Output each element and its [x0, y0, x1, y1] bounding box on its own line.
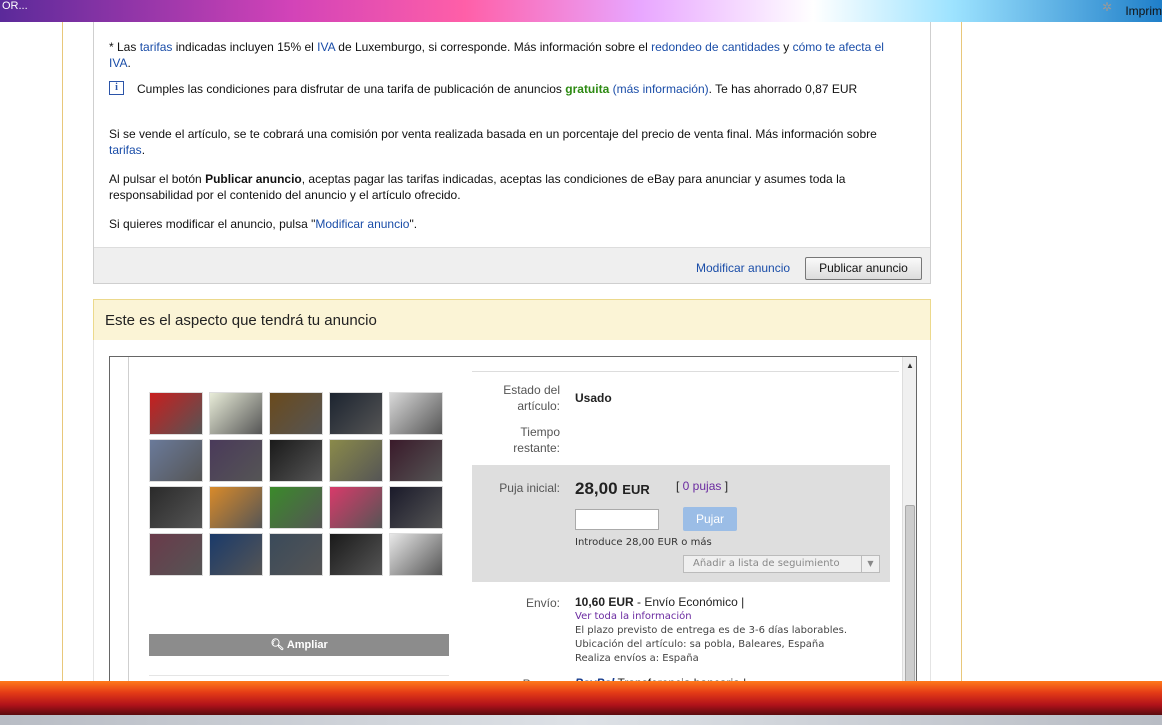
watchlist-button[interactable]: Añadir a lista de seguimiento ▼ — [683, 555, 880, 573]
redondeo-link[interactable]: redondeo de cantidades — [651, 40, 780, 54]
publicar-anuncio-button[interactable]: Publicar anuncio — [805, 257, 922, 280]
fees-paragraph: * Las tarifas indicadas incluyen 15% el … — [109, 39, 909, 71]
publicar-bold: Publicar anuncio — [205, 172, 302, 186]
preview-title: Este es el aspecto que tendrá tu anuncio — [105, 312, 377, 329]
text: . Te has ahorrado 0,87 EUR — [708, 82, 858, 96]
preview-scrollbar[interactable]: ▲ — [902, 357, 916, 685]
estado-label: Estado del artículo: — [503, 383, 560, 413]
divider — [149, 675, 449, 676]
item-details: Estado del artículo: Usado Tiempo restan… — [472, 357, 899, 685]
tiempo-label: Tiempo restante: — [513, 425, 560, 455]
thumbnail-image[interactable] — [329, 486, 383, 529]
commission-paragraph: Si se vende el artículo, se te cobrará u… — [109, 126, 909, 158]
envio-label: Envío: — [525, 596, 560, 610]
info-icon: i — [109, 81, 124, 95]
text: . — [127, 56, 131, 70]
dropdown-arrow-icon[interactable]: ▼ — [861, 556, 879, 572]
gratuita-label: gratuita — [565, 82, 610, 96]
text: Al pulsar el botón — [109, 172, 206, 186]
text: ". — [409, 217, 418, 231]
text: Cumples las condiciones para disfrutar d… — [137, 82, 566, 96]
text: . — [141, 143, 146, 157]
image-gallery — [149, 357, 449, 635]
delivery-estimate: El plazo previsto de entrega es de 3-6 d… — [575, 625, 848, 636]
listing-preview-frame: 🔍︎ Ampliar Estado del artículo: Usado Ti… — [109, 356, 917, 686]
thumbnail-image[interactable] — [389, 486, 443, 529]
thumbnail-image[interactable] — [269, 533, 323, 576]
ver-informacion-link[interactable]: Ver toda la información — [575, 610, 692, 624]
thumbnail-image[interactable] — [209, 486, 263, 529]
thumbnail-image[interactable] — [329, 439, 383, 482]
modify-paragraph: Si quieres modificar el anuncio, pulsa "… — [109, 216, 909, 232]
divider — [472, 371, 899, 372]
taskbar-strip — [0, 715, 1162, 725]
text: de Luxemburgo, si corresponde. Más infor… — [334, 40, 652, 54]
thumbnail-image[interactable] — [329, 392, 383, 435]
text: Si quieres modificar el anuncio, pulsa " — [109, 217, 316, 231]
terms-paragraph: Al pulsar el botón Publicar anuncio, ace… — [109, 171, 909, 203]
scrollbar-thumb[interactable] — [905, 505, 915, 685]
ampliar-label: Ampliar — [286, 639, 328, 651]
thumbnail-image[interactable] — [209, 533, 263, 576]
thumbnail-image[interactable] — [269, 392, 323, 435]
thumbnail-image[interactable] — [209, 392, 263, 435]
notice-text: Cumples las condiciones para disfrutar d… — [137, 81, 897, 97]
shipping-info: 10,60 EUR - Envío Económico | — [575, 595, 744, 609]
thumbnail-image[interactable] — [149, 533, 203, 576]
pujas-link[interactable]: 0 pujas — [683, 479, 722, 493]
loading-spinner-icon: ✲ — [1101, 0, 1112, 14]
fees-info-panel: * Las tarifas indicadas incluyen 15% el … — [93, 22, 931, 284]
ships-to: Realiza envíos a: España — [575, 653, 699, 664]
text: y — [779, 40, 793, 54]
price-currency: EUR — [622, 482, 650, 497]
thumbnail-image[interactable] — [149, 392, 203, 435]
thumbnail-image[interactable] — [329, 533, 383, 576]
window-title-fragment: OR... — [2, 0, 28, 12]
tarifas-link[interactable]: tarifas — [140, 40, 173, 54]
iva-link[interactable]: IVA — [317, 40, 335, 54]
bids-count: [ 0 pujas ] — [676, 479, 728, 493]
text: * Las — [109, 40, 140, 54]
min-bid-hint: Introduce 28,00 EUR o más — [575, 537, 712, 548]
thumbnail-image[interactable] — [209, 439, 263, 482]
pujar-button[interactable]: Pujar — [683, 507, 737, 531]
thumbnail-image[interactable] — [389, 439, 443, 482]
ampliar-button[interactable]: 🔍︎ Ampliar — [149, 634, 449, 656]
tarifas-link-2[interactable]: tarifas — [109, 143, 142, 157]
divider — [128, 357, 129, 685]
shipping-type: - Envío Económico | — [633, 595, 745, 609]
price-amount: 28,00 — [575, 479, 618, 498]
starting-price: 28,00 EUR — [575, 479, 650, 499]
text: [ — [676, 479, 683, 493]
modificar-anuncio-link[interactable]: Modificar anuncio — [696, 261, 790, 275]
text: ] — [721, 479, 729, 493]
scroll-up-arrow-icon[interactable]: ▲ — [906, 361, 914, 370]
bid-amount-input[interactable] — [575, 509, 659, 530]
item-location: Ubicación del artículo: sa pobla, Balear… — [575, 639, 825, 650]
thumbnail-image[interactable] — [149, 439, 203, 482]
print-button[interactable]: Imprim — [1125, 4, 1162, 18]
shipping-price: 10,60 EUR — [575, 595, 634, 609]
browser-top-bar: OR... ✲ Imprim — [0, 0, 1162, 22]
text: Si se vende el artículo, se te cobrará u… — [109, 127, 877, 141]
mas-informacion-link[interactable]: (más información) — [613, 82, 709, 96]
watchlist-label: Añadir a lista de seguimiento — [693, 558, 840, 569]
zoom-icon: 🔍︎ — [270, 639, 287, 651]
puja-label: Puja inicial: — [499, 481, 560, 495]
thumbnail-image[interactable] — [389, 392, 443, 435]
taskbar-decoration — [0, 681, 1162, 715]
thumbnail-image[interactable] — [389, 533, 443, 576]
modificar-anuncio-inline-link[interactable]: Modificar anuncio — [315, 217, 409, 231]
preview-header: Este es el aspecto que tendrá tu anuncio — [93, 299, 931, 341]
thumbnail-image[interactable] — [269, 486, 323, 529]
text: indicadas incluyen 15% el — [172, 40, 318, 54]
estado-value: Usado — [575, 391, 612, 405]
thumbnail-image[interactable] — [269, 439, 323, 482]
thumbnail-image[interactable] — [149, 486, 203, 529]
bid-box: Puja inicial: 28,00 EUR [ 0 pujas ] Puja… — [472, 465, 890, 582]
action-bar: Modificar anuncio Publicar anuncio — [94, 247, 930, 283]
